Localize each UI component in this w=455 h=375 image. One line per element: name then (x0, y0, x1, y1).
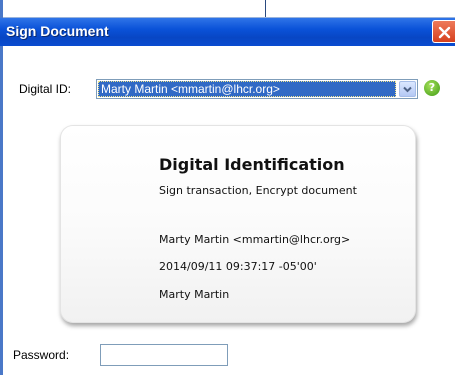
dropdown-button[interactable] (399, 81, 416, 97)
help-icon[interactable]: ? (424, 80, 440, 96)
password-label: Password: (13, 348, 70, 362)
card-subject: Marty Martin <mmartin@lhcr.org> (159, 233, 351, 246)
password-field[interactable] (100, 344, 228, 366)
card-usage: Sign transaction, Encrypt document (159, 184, 357, 197)
close-icon (438, 26, 451, 39)
close-button[interactable] (432, 20, 455, 43)
digital-id-select[interactable]: Marty Martin <mmartin@lhcr.org> (96, 79, 418, 99)
digital-id-card: Digital Identification Sign transaction,… (61, 126, 415, 322)
card-title: Digital Identification (159, 155, 345, 174)
digital-id-label: Digital ID: (19, 82, 72, 96)
dialog-body: Digital ID: Marty Martin <mmartin@lhcr.o… (3, 46, 455, 375)
background-splitter (265, 0, 266, 18)
dialog-title: Sign Document (6, 23, 109, 39)
card-timestamp: 2014/09/11 09:37:17 -05'00' (159, 260, 317, 273)
dialog-titlebar[interactable]: Sign Document (0, 18, 455, 46)
background-window-strip (3, 0, 455, 18)
digital-id-selected-value: Marty Martin <mmartin@lhcr.org> (98, 81, 396, 97)
chevron-down-icon (403, 86, 412, 93)
card-name: Marty Martin (159, 288, 230, 301)
